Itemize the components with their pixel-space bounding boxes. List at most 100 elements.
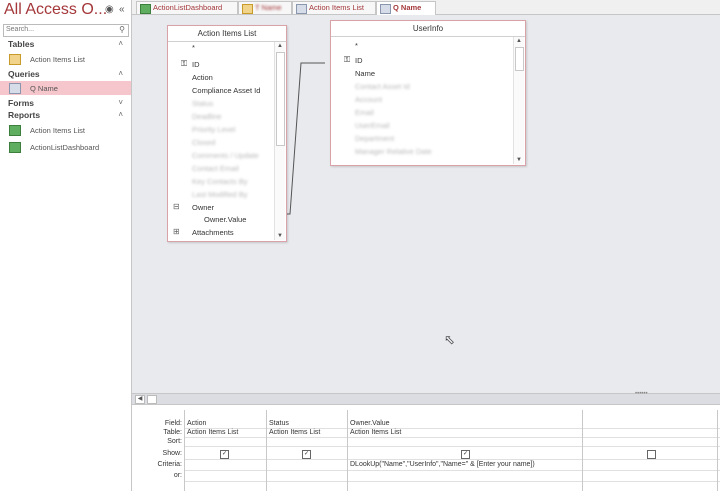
field-owner-value[interactable]: Owner.Value: [204, 215, 246, 224]
show-checkbox[interactable]: ✓: [302, 450, 311, 459]
search-placeholder: Search...: [6, 26, 35, 33]
search-input[interactable]: Search... ⚲: [3, 24, 129, 37]
search-icon[interactable]: ⚲: [119, 25, 125, 34]
field-blurred[interactable]: Last Modified By: [192, 190, 247, 199]
table-box-userinfo[interactable]: UserInfo * ⚿ ID Name Contact Asset Id Ac…: [330, 20, 526, 166]
field-blurred[interactable]: Account: [355, 95, 382, 104]
query-design-area[interactable]: Action Items List * ⚿ ID Action Complian…: [132, 15, 720, 393]
field-blurred[interactable]: Contact Asset Id: [355, 82, 410, 91]
table-box-title[interactable]: UserInfo: [331, 21, 525, 37]
nav-item-label: Action Items List: [30, 55, 86, 64]
tab-actionlistdashboard[interactable]: ActionListDashboard: [136, 1, 238, 14]
primary-key-icon: ⚿: [344, 55, 351, 64]
scroll-down-icon[interactable]: ▼: [514, 157, 524, 163]
table-box-action-items-list[interactable]: Action Items List * ⚿ ID Action Complian…: [167, 25, 287, 242]
field-all[interactable]: *: [192, 43, 195, 52]
grid-col-line: [582, 410, 583, 491]
field-owner[interactable]: Owner: [192, 203, 214, 212]
field-blurred[interactable]: Key Contacts By: [192, 177, 247, 186]
collapse-icon: ˄: [118, 69, 123, 78]
grid-row-line: [184, 437, 720, 438]
design-grid-splitter[interactable]: ◀ ••••••: [132, 391, 720, 405]
nav-menu-icon[interactable]: ◉: [105, 4, 114, 15]
scroll-up-icon[interactable]: ▲: [275, 43, 285, 49]
field-id[interactable]: ID: [192, 60, 200, 69]
scroll-up-icon[interactable]: ▲: [514, 38, 524, 44]
nav-item-report-actionlistdashboard[interactable]: ActionListDashboard: [0, 140, 131, 154]
nav-item-query-q-name[interactable]: Q Name: [0, 81, 131, 95]
row-header-show: Show:: [162, 450, 182, 457]
show-checkbox[interactable]: ✓: [220, 450, 229, 459]
grid-table-cell[interactable]: Action Items List: [350, 429, 401, 436]
nav-group-label: Tables: [8, 39, 35, 49]
grid-col-line: [184, 410, 185, 491]
query-icon: [380, 4, 391, 14]
query-design-grid[interactable]: Field: Table: Sort: Show: Criteria: or: …: [132, 410, 720, 491]
tab-q-name[interactable]: Q Name: [376, 1, 436, 15]
grid-table-cell[interactable]: Action Items List: [187, 429, 238, 436]
tab-label: Q Name: [393, 3, 422, 12]
row-header-criteria: Criteria:: [157, 461, 182, 468]
tab-t-name[interactable]: T Name: [238, 1, 292, 14]
show-checkbox[interactable]: [647, 450, 656, 459]
table-box-title[interactable]: Action Items List: [168, 26, 286, 42]
field-blurred[interactable]: Contact Email: [192, 164, 239, 173]
nav-group-tables[interactable]: Tables ˄: [0, 38, 131, 50]
field-blurred[interactable]: Department: [355, 134, 394, 143]
nav-item-report-action-items-list[interactable]: Action Items List: [0, 123, 131, 137]
nav-pane-title[interactable]: All Access O...: [4, 1, 107, 19]
field-blurred[interactable]: Status: [192, 99, 213, 108]
nav-group-label: Forms: [8, 98, 34, 108]
table-icon: [242, 4, 253, 14]
field-blurred[interactable]: Deadline: [192, 112, 222, 121]
grid-field-cell[interactable]: Action: [187, 420, 206, 427]
field-blurred[interactable]: Manager Relative Date: [355, 147, 432, 156]
grid-table-cell[interactable]: Action Items List: [269, 429, 320, 436]
report-icon: [9, 142, 21, 153]
query-icon: [9, 83, 21, 94]
expand-field-icon[interactable]: ⊞: [173, 227, 180, 236]
nav-item-label: Action Items List: [30, 126, 86, 135]
grid-row-line: [184, 470, 720, 471]
mouse-pointer-icon: ⬁: [444, 332, 455, 347]
row-header-table: Table:: [163, 429, 182, 436]
grid-row-line: [184, 428, 720, 429]
field-blurred[interactable]: Priority Level: [192, 125, 235, 134]
field-list-scrollbar[interactable]: ▲ ▼: [513, 37, 524, 164]
field-list-scrollbar[interactable]: ▲ ▼: [274, 42, 285, 240]
linked-table-icon: [9, 54, 21, 65]
field-all[interactable]: *: [355, 41, 358, 50]
field-attachments[interactable]: Attachments: [192, 228, 234, 237]
tab-action-items-list[interactable]: Action Items List: [292, 1, 376, 14]
field-action[interactable]: Action: [192, 73, 213, 82]
scroll-down-icon[interactable]: ▼: [275, 233, 285, 239]
field-blurred[interactable]: Email: [355, 108, 374, 117]
field-blurred[interactable]: Comments / Update: [192, 151, 259, 160]
collapse-field-icon[interactable]: ⊟: [173, 202, 180, 211]
row-header-sort: Sort:: [167, 438, 182, 445]
report-icon: [9, 125, 21, 136]
grid-row-line: [184, 481, 720, 482]
scroll-thumb[interactable]: [276, 52, 285, 146]
nav-group-reports[interactable]: Reports ˄: [0, 109, 131, 121]
field-compliance-asset-id[interactable]: Compliance Asset Id: [192, 86, 260, 95]
field-name[interactable]: Name: [355, 69, 375, 78]
nav-item-table-action-items-list[interactable]: Action Items List: [0, 52, 131, 66]
scroll-thumb[interactable]: [515, 47, 524, 71]
grid-field-cell[interactable]: Status: [269, 420, 289, 427]
nav-group-label: Queries: [8, 69, 40, 79]
nav-group-forms[interactable]: Forms ˅: [0, 97, 131, 109]
field-blurred[interactable]: UserEmail: [355, 121, 390, 130]
scroll-box[interactable]: [147, 395, 157, 404]
report-icon: [140, 4, 151, 14]
tab-label: Action Items List: [309, 3, 365, 12]
field-id[interactable]: ID: [355, 56, 363, 65]
shutter-bar-close-icon[interactable]: «: [119, 4, 125, 15]
scroll-left-icon[interactable]: ◀: [135, 395, 145, 404]
grid-field-cell[interactable]: Owner.Value: [350, 420, 390, 427]
grid-criteria-cell[interactable]: DLookUp("Name","UserInfo","Name=" & [Ent…: [350, 461, 535, 468]
field-blurred[interactable]: Closed: [192, 138, 215, 147]
splitter-grip-icon[interactable]: ••••••: [635, 391, 659, 397]
nav-group-queries[interactable]: Queries ˄: [0, 68, 131, 80]
show-checkbox[interactable]: ✓: [461, 450, 470, 459]
